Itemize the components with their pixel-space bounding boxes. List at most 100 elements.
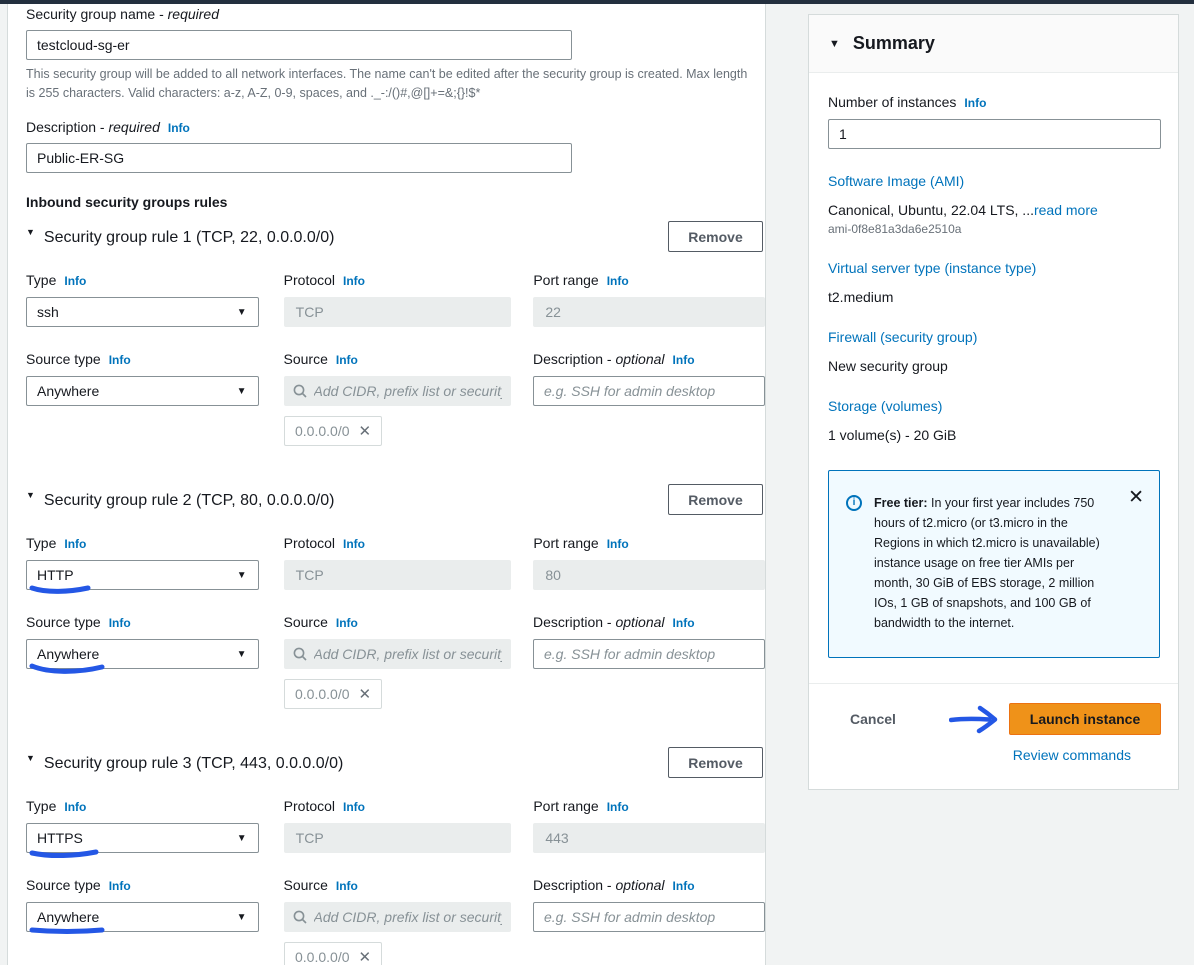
rule-1-cidr-tag: 0.0.0.0/0 ✕ (284, 416, 382, 446)
rule-1-type-select[interactable]: ssh▼ (26, 297, 259, 327)
rule-2-title: ▼Security group rule 2 (TCP, 80, 0.0.0.0… (26, 490, 334, 510)
protocol-label: ProtocolInfo (284, 272, 512, 288)
rule-description-label: Description - optionalInfo (533, 877, 765, 893)
type-label: TypeInfo (26, 798, 259, 814)
chevron-down-icon: ▼ (237, 570, 247, 581)
rule-3-source-type-select[interactable]: Anywhere▼ (26, 902, 259, 932)
instances-info-link[interactable]: Info (964, 96, 986, 110)
remove-cidr-icon[interactable]: ✕ (359, 422, 372, 440)
free-tier-text: Free tier: In your first year includes 7… (874, 493, 1114, 633)
summary-footer: Cancel Launch instance Review commands (809, 683, 1178, 789)
rule-3-title: ▼Security group rule 3 (TCP, 443, 0.0.0.… (26, 753, 343, 773)
summary-header[interactable]: ▼Summary (809, 15, 1178, 73)
summary-title: Summary (853, 33, 935, 53)
remove-rule-3-button[interactable]: Remove (668, 747, 763, 778)
type-label: TypeInfo (26, 535, 259, 551)
rule-description-label: Description - optionalInfo (533, 351, 765, 367)
ink-underline-annotation (29, 662, 105, 676)
security-group-name-label: Security group name - required (26, 6, 765, 22)
rule-1-description-input[interactable] (533, 376, 765, 406)
rule-2-source-input[interactable] (314, 646, 503, 662)
type-info-link[interactable]: Info (64, 537, 86, 551)
instance-type-value: t2.medium (828, 289, 1160, 305)
security-group-rule-1: ▼Security group rule 1 (TCP, 22, 0.0.0.0… (26, 221, 765, 446)
search-icon (293, 647, 307, 661)
source-type-info-link[interactable]: Info (109, 879, 131, 893)
type-label: TypeInfo (26, 272, 259, 288)
firewall-link[interactable]: Firewall (security group) (828, 329, 977, 345)
chevron-down-icon: ▼ (237, 833, 247, 844)
rule-3-source-search[interactable] (284, 902, 512, 932)
security-group-rule-3: ▼Security group rule 3 (TCP, 443, 0.0.0.… (26, 747, 765, 965)
security-group-name-input[interactable] (26, 30, 572, 60)
protocol-label: ProtocolInfo (284, 535, 512, 551)
close-icon[interactable]: ✕ (1128, 488, 1144, 507)
rule-3-type-select[interactable]: HTTPS▼ (26, 823, 259, 853)
remove-rule-2-button[interactable]: Remove (668, 484, 763, 515)
info-circle-icon: i (846, 495, 862, 511)
number-of-instances-input[interactable] (828, 119, 1161, 149)
source-type-info-link[interactable]: Info (109, 353, 131, 367)
type-info-link[interactable]: Info (64, 274, 86, 288)
rule-1-port-field: 22 (533, 297, 765, 327)
source-info-link[interactable]: Info (336, 616, 358, 630)
source-label: SourceInfo (284, 614, 512, 630)
storage-value: 1 volume(s) - 20 GiB (828, 427, 1160, 443)
search-icon (293, 384, 307, 398)
protocol-info-link[interactable]: Info (343, 537, 365, 551)
ami-id: ami-0f8e81a3da6e2510a (828, 222, 1160, 236)
source-type-label: Source typeInfo (26, 614, 259, 630)
rule-3-protocol-field: TCP (284, 823, 512, 853)
read-more-link[interactable]: read more (1034, 202, 1098, 218)
chevron-down-icon: ▼ (237, 912, 247, 923)
rule-2-header[interactable]: ▼Security group rule 2 (TCP, 80, 0.0.0.0… (26, 484, 763, 515)
remove-cidr-icon[interactable]: ✕ (359, 685, 372, 703)
remove-cidr-icon[interactable]: ✕ (359, 948, 372, 965)
review-commands-link[interactable]: Review commands (1013, 747, 1131, 763)
rule-description-info-link[interactable]: Info (673, 616, 695, 630)
protocol-info-link[interactable]: Info (343, 274, 365, 288)
rule-3-description-input[interactable] (533, 902, 765, 932)
rule-3-source-input[interactable] (314, 909, 503, 925)
storage-link[interactable]: Storage (volumes) (828, 398, 942, 414)
source-type-info-link[interactable]: Info (109, 616, 131, 630)
port-info-link[interactable]: Info (607, 274, 629, 288)
port-info-link[interactable]: Info (607, 800, 629, 814)
rule-description-info-link[interactable]: Info (673, 879, 695, 893)
source-info-link[interactable]: Info (336, 879, 358, 893)
rule-description-label: Description - optionalInfo (533, 614, 765, 630)
port-range-label: Port rangeInfo (533, 798, 765, 814)
rule-2-port-field: 80 (533, 560, 765, 590)
remove-rule-1-button[interactable]: Remove (668, 221, 763, 252)
search-icon (293, 910, 307, 924)
collapse-caret-icon: ▼ (26, 490, 35, 500)
rule-1-source-input[interactable] (314, 383, 503, 399)
ink-underline-annotation (29, 583, 91, 595)
launch-instance-button[interactable]: Launch instance (1009, 703, 1161, 735)
type-info-link[interactable]: Info (64, 800, 86, 814)
rule-1-header[interactable]: ▼Security group rule 1 (TCP, 22, 0.0.0.0… (26, 221, 763, 252)
source-label: SourceInfo (284, 351, 512, 367)
rule-2-description-input[interactable] (533, 639, 765, 669)
port-info-link[interactable]: Info (607, 537, 629, 551)
port-range-label: Port rangeInfo (533, 272, 765, 288)
rule-3-port-field: 443 (533, 823, 765, 853)
rule-2-source-type-select[interactable]: Anywhere▼ (26, 639, 259, 669)
rule-3-header[interactable]: ▼Security group rule 3 (TCP, 443, 0.0.0.… (26, 747, 763, 778)
collapse-caret-icon: ▼ (26, 753, 35, 763)
description-info-link[interactable]: Info (168, 121, 190, 135)
description-input[interactable] (26, 143, 572, 173)
instance-type-link[interactable]: Virtual server type (instance type) (828, 260, 1036, 276)
rule-2-source-search[interactable] (284, 639, 512, 669)
source-info-link[interactable]: Info (336, 353, 358, 367)
cancel-button[interactable]: Cancel (850, 711, 896, 727)
rule-2-cidr-tag: 0.0.0.0/0 ✕ (284, 679, 382, 709)
protocol-info-link[interactable]: Info (343, 800, 365, 814)
rule-1-source-search[interactable] (284, 376, 512, 406)
rule-1-source-type-select[interactable]: Anywhere▼ (26, 376, 259, 406)
chevron-down-icon: ▼ (237, 649, 247, 660)
rule-3-cidr-tag: 0.0.0.0/0 ✕ (284, 942, 382, 965)
software-image-link[interactable]: Software Image (AMI) (828, 173, 964, 189)
rule-description-info-link[interactable]: Info (673, 353, 695, 367)
rule-2-type-select[interactable]: HTTP▼ (26, 560, 259, 590)
